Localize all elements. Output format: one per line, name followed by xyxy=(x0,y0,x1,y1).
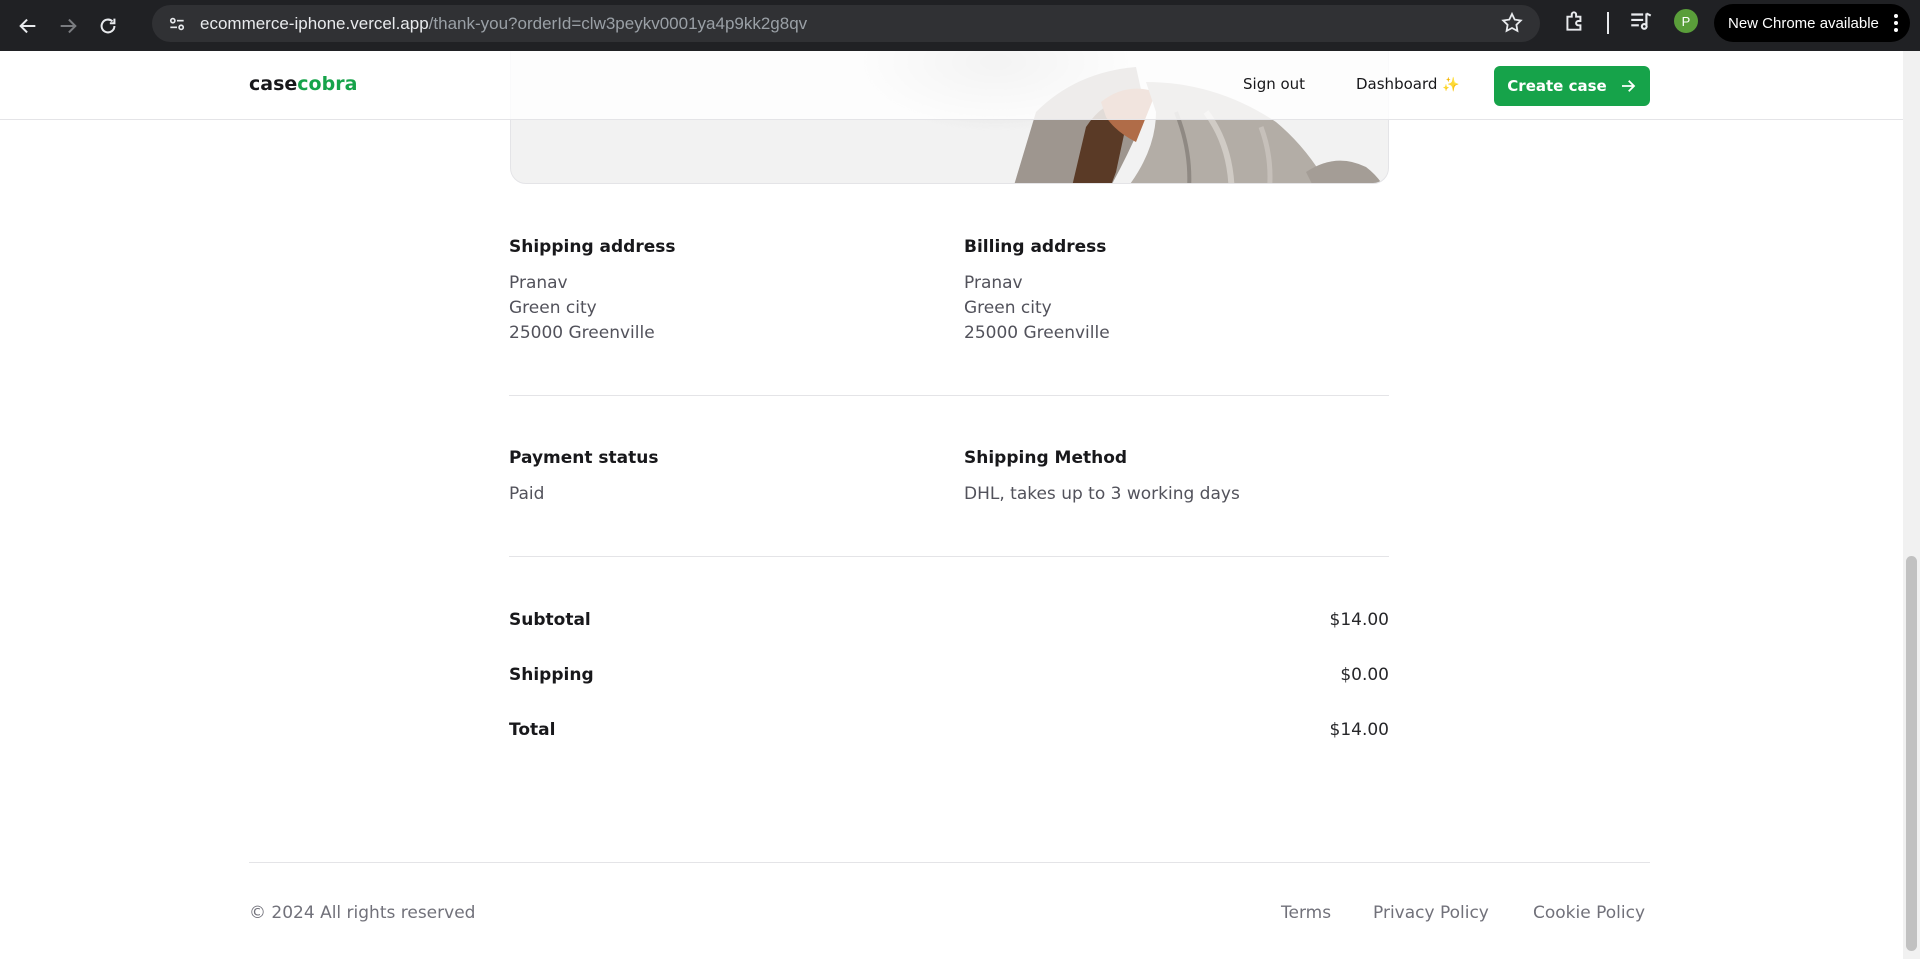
scrollbar-thumb[interactable] xyxy=(1906,556,1917,951)
arrow-right-icon xyxy=(60,18,77,33)
forward-button[interactable] xyxy=(48,6,88,46)
browser-toolbar: ecommerce-iphone.vercel.app/thank-you?or… xyxy=(0,0,1920,51)
billing-zip: 25000 Greenville xyxy=(964,323,1110,343)
site-navbar: casecobra Sign out Dashboard ✨ Create ca… xyxy=(0,51,1903,120)
page-content: casecobra Sign out Dashboard ✨ Create ca… xyxy=(0,51,1903,959)
chrome-update-button[interactable]: New Chrome available xyxy=(1714,4,1910,42)
create-case-label: Create case xyxy=(1507,77,1607,95)
site-logo[interactable]: casecobra xyxy=(249,73,357,95)
shipping-address-heading: Shipping address xyxy=(509,237,676,257)
section-divider xyxy=(509,556,1389,557)
url-text: ecommerce-iphone.vercel.app/thank-you?or… xyxy=(200,13,808,33)
shipping-cost-label: Shipping xyxy=(509,665,594,685)
footer-terms-link[interactable]: Terms xyxy=(1281,903,1331,923)
subtotal-value: $14.00 xyxy=(1329,610,1389,630)
shipping-method-heading: Shipping Method xyxy=(964,448,1128,468)
extensions-icon[interactable] xyxy=(1562,8,1588,34)
billing-city: Green city xyxy=(964,298,1052,318)
sparkle-icon: ✨ xyxy=(1442,77,1460,93)
total-label: Total xyxy=(509,720,556,740)
site-info-icon[interactable] xyxy=(158,5,196,42)
shipping-city: Green city xyxy=(509,298,597,318)
reload-icon xyxy=(100,18,116,33)
sign-out-link[interactable]: Sign out xyxy=(1243,75,1305,93)
subtotal-label: Subtotal xyxy=(509,610,591,630)
shipping-method-value: DHL, takes up to 3 working days xyxy=(964,484,1240,504)
billing-name: Pranav xyxy=(964,273,1023,293)
bookmark-star-icon[interactable] xyxy=(1500,11,1526,37)
footer-divider xyxy=(249,862,1650,863)
footer-privacy-link[interactable]: Privacy Policy xyxy=(1373,903,1489,923)
address-bar[interactable]: ecommerce-iphone.vercel.app/thank-you?or… xyxy=(152,5,1540,42)
reload-button[interactable] xyxy=(88,6,128,46)
dashboard-link[interactable]: Dashboard ✨ xyxy=(1356,75,1460,93)
billing-address-heading: Billing address xyxy=(964,237,1107,257)
shipping-name: Pranav xyxy=(509,273,568,293)
footer-cookie-link[interactable]: Cookie Policy xyxy=(1533,903,1645,923)
page-scrollbar[interactable] xyxy=(1903,51,1920,959)
arrow-right-icon xyxy=(1621,80,1635,92)
payment-status-value: Paid xyxy=(509,484,545,504)
create-case-button[interactable]: Create case xyxy=(1494,66,1650,106)
media-control-icon[interactable] xyxy=(1628,8,1654,34)
section-divider xyxy=(509,395,1389,396)
total-value: $14.00 xyxy=(1329,720,1389,740)
shipping-cost-value: $0.00 xyxy=(1340,665,1389,685)
back-button[interactable] xyxy=(8,6,48,46)
profile-avatar[interactable]: P xyxy=(1674,9,1698,33)
kebab-menu-icon[interactable] xyxy=(1894,14,1898,32)
arrow-left-icon xyxy=(19,18,36,33)
toolbar-separator xyxy=(1607,12,1609,34)
footer-copyright: © 2024 All rights reserved xyxy=(249,903,476,923)
chrome-update-label: New Chrome available xyxy=(1728,14,1879,32)
payment-status-heading: Payment status xyxy=(509,448,659,468)
shipping-zip: 25000 Greenville xyxy=(509,323,655,343)
